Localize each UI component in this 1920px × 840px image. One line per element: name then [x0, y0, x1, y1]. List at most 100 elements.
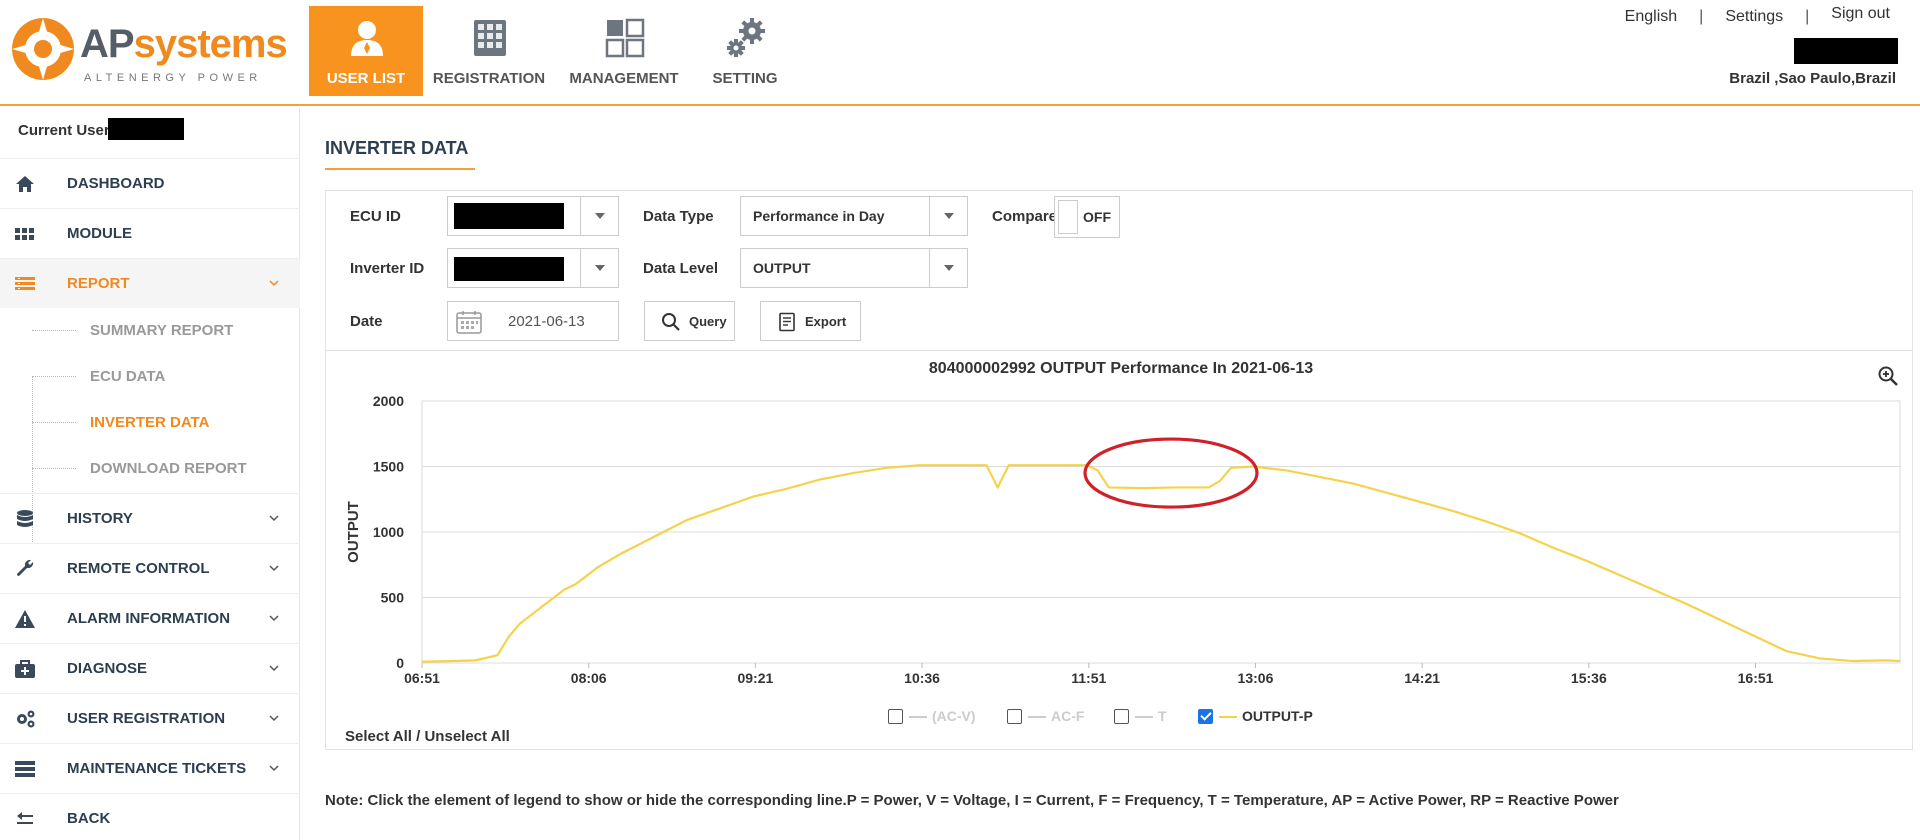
inverter-id-select[interactable]: [447, 248, 619, 288]
legend-item-ac-v[interactable]: (AC-V): [888, 706, 988, 728]
settings-link[interactable]: Settings: [1725, 8, 1783, 26]
data-level-select[interactable]: OUTPUT: [740, 248, 968, 288]
legend-checkbox[interactable]: [1114, 709, 1129, 724]
output-line-chart: 0 500 1000 1500 2000 06:51 08:06 09:21 10:36 11:5…: [345, 360, 1901, 686]
y-tick-label: 500: [381, 590, 405, 606]
legend-item-output-p[interactable]: OUTPUT-P: [1198, 706, 1328, 728]
chevron-down-icon: [269, 665, 279, 672]
chart-title: 804000002992 OUTPUT Performance In 2021-…: [929, 360, 1313, 377]
gears-icon: [727, 18, 765, 57]
nav-registration[interactable]: REGISTRATION: [432, 6, 546, 96]
redacted-inverter-id: [454, 257, 564, 281]
sidebar-subitem-label: INVERTER DATA: [90, 414, 210, 431]
legend-item-t[interactable]: T: [1114, 706, 1184, 728]
database-icon: [17, 510, 33, 527]
sidebar-subitem-summary-report[interactable]: SUMMARY REPORT: [0, 308, 300, 354]
tree-connector: [32, 422, 76, 423]
chevron-down-icon: [929, 197, 967, 235]
separator: |: [1805, 8, 1810, 25]
calendar-icon: [456, 311, 482, 334]
warning-icon: [15, 610, 35, 628]
sidebar-item-remote-control[interactable]: REMOTE CONTROL: [0, 543, 300, 593]
sidebar-item-label: MODULE: [67, 225, 132, 242]
sidebar-item-report[interactable]: REPORT: [0, 258, 300, 308]
sidebar-item-module[interactable]: MODULE: [0, 208, 300, 258]
logo-tagline: ALTENERGY POWER: [84, 72, 262, 84]
date-input[interactable]: 2021-06-13: [447, 301, 619, 341]
data-level-value: OUTPUT: [753, 260, 811, 276]
sidebar-item-back[interactable]: BACK: [0, 793, 300, 840]
sidebar-item-label: USER REGISTRATION: [67, 710, 226, 727]
medkit-icon: [15, 660, 35, 678]
nav-setting[interactable]: SETTING: [688, 6, 802, 96]
legend-line-swatch: [1219, 716, 1237, 718]
legend-checkbox[interactable]: [888, 709, 903, 724]
y-axis-label: OUTPUT: [345, 501, 362, 563]
legend-label: AC-F: [1051, 708, 1085, 724]
y-tick-label: 1000: [373, 524, 404, 540]
nav-user-list[interactable]: USER LIST: [309, 6, 423, 96]
nav-management[interactable]: MANAGEMENT: [567, 6, 681, 96]
legend-item-ac-f[interactable]: AC-F: [1007, 706, 1097, 728]
sidebar-subitem-ecu-data[interactable]: ECU DATA: [0, 354, 300, 400]
toggle-knob: [1058, 200, 1078, 234]
logo-mark-icon: [12, 18, 74, 80]
apsystems-logo[interactable]: APsystems ALTENERGY POWER: [8, 14, 288, 84]
tree-connector: [32, 376, 76, 377]
export-icon: [779, 312, 795, 332]
legend-checkbox[interactable]: [1198, 709, 1213, 724]
sidebar-item-dashboard[interactable]: DASHBOARD: [0, 158, 300, 208]
export-button[interactable]: Export: [760, 301, 861, 341]
inverter-id-label: Inverter ID: [350, 260, 425, 277]
zoom-in-icon[interactable]: [1877, 365, 1899, 387]
y-tick-label: 1500: [373, 459, 404, 475]
y-tick-label: 2000: [373, 393, 404, 409]
home-icon: [16, 176, 34, 192]
cogs-icon: [17, 710, 35, 728]
sidebar-item-user-registration[interactable]: USER REGISTRATION: [0, 693, 300, 743]
search-icon: [662, 313, 680, 331]
compare-toggle[interactable]: OFF: [1054, 196, 1120, 238]
sidebar-subitem-download-report[interactable]: DOWNLOAD REPORT: [0, 446, 300, 492]
data-type-label: Data Type: [643, 208, 714, 225]
chevron-down-icon: [269, 715, 279, 722]
legend-line-swatch: [1135, 716, 1153, 718]
date-label: Date: [350, 313, 383, 330]
module-grid-icon: [15, 228, 34, 240]
chevron-down-icon: [580, 249, 618, 287]
sidebar-item-maintenance-tickets[interactable]: MAINTENANCE TICKETS: [0, 743, 300, 793]
nav-label: MANAGEMENT: [569, 70, 679, 87]
sign-out-link[interactable]: Sign out: [1831, 5, 1890, 23]
sidebar-subitem-label: SUMMARY REPORT: [90, 322, 234, 339]
sidebar-subitem-inverter-data[interactable]: INVERTER DATA: [0, 400, 300, 446]
chevron-down-icon: [929, 249, 967, 287]
legend-label: (AC-V): [932, 708, 976, 724]
x-tick-label: 16:51: [1738, 670, 1774, 686]
current-user-label: Current User:: [18, 122, 115, 139]
wrench-icon: [17, 559, 34, 576]
x-tick-label: 11:51: [1071, 670, 1106, 686]
sidebar-item-history[interactable]: HISTORY: [0, 493, 300, 543]
select-all-link[interactable]: Select All / Unselect All: [345, 728, 510, 745]
chevron-down-icon: [269, 280, 279, 287]
tree-connector: [32, 330, 76, 331]
compare-label: Compare: [992, 208, 1058, 225]
sidebar-item-alarm-information[interactable]: ALARM INFORMATION: [0, 593, 300, 643]
sidebar-item-diagnose[interactable]: DIAGNOSE: [0, 643, 300, 693]
data-type-select[interactable]: Performance in Day: [740, 196, 968, 236]
annotation-ellipse: [1083, 437, 1259, 509]
x-tick-label: 13:06: [1238, 670, 1274, 686]
legend-checkbox[interactable]: [1007, 709, 1022, 724]
data-type-value: Performance in Day: [753, 208, 885, 224]
x-tick-label: 15:36: [1571, 670, 1607, 686]
sidebar-item-label: ALARM INFORMATION: [67, 610, 231, 627]
language-link[interactable]: English: [1625, 8, 1677, 26]
query-button[interactable]: Query: [644, 301, 735, 341]
legend-line-swatch: [909, 716, 927, 718]
ecu-id-select[interactable]: [447, 196, 619, 236]
chart-area: 0 500 1000 1500 2000 06:51 08:06 09:21 10:36 11:5…: [326, 350, 1912, 749]
separator: |: [1699, 8, 1704, 25]
chevron-down-icon: [269, 615, 279, 622]
user-icon: [351, 21, 383, 56]
location-text: Brazil ,Sao Paulo,Brazil: [1729, 70, 1896, 87]
